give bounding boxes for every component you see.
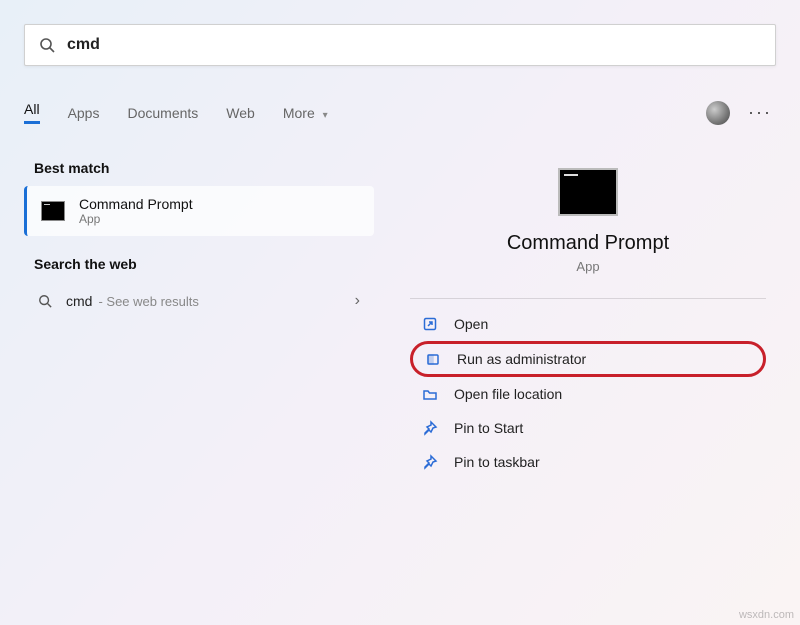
result-subtitle: App [79, 212, 193, 226]
tab-label: Documents [127, 105, 198, 121]
action-list: Open Run as administrator Open file loca… [400, 307, 776, 479]
tab-label: More [283, 105, 315, 121]
best-match-result[interactable]: Command Prompt App [24, 186, 374, 236]
search-input[interactable] [67, 36, 761, 54]
results-pane: Best match Command Prompt App Search the… [24, 150, 374, 320]
pin-icon [422, 420, 438, 436]
best-match-text: Command Prompt App [79, 196, 193, 226]
pin-icon [422, 454, 438, 470]
action-pin-to-start[interactable]: Pin to Start [410, 411, 766, 445]
user-avatar[interactable] [706, 101, 730, 125]
tab-label: All [24, 101, 40, 117]
tab-documents[interactable]: Documents [127, 99, 198, 127]
result-title: Command Prompt [79, 196, 193, 212]
filter-tabs: All Apps Documents Web More ▾ ··· [24, 95, 776, 130]
shield-icon [425, 351, 441, 367]
web-hint: - See web results [98, 294, 198, 309]
tab-more[interactable]: More ▾ [283, 99, 328, 127]
web-term: cmd [66, 293, 92, 309]
action-label: Pin to Start [454, 420, 523, 436]
best-match-heading: Best match [34, 160, 374, 176]
action-open[interactable]: Open [410, 307, 766, 341]
search-icon [38, 294, 52, 308]
action-pin-to-taskbar[interactable]: Pin to taskbar [410, 445, 766, 479]
open-icon [422, 316, 438, 332]
search-icon [39, 37, 55, 53]
tab-label: Apps [68, 105, 100, 121]
command-prompt-icon [41, 201, 65, 221]
action-label: Open [454, 316, 488, 332]
tab-web[interactable]: Web [226, 99, 255, 127]
action-run-as-administrator[interactable]: Run as administrator [410, 341, 766, 377]
tab-all[interactable]: All [24, 95, 40, 130]
web-search-result[interactable]: cmd - See web results › [24, 282, 374, 320]
preview-title: Command Prompt [400, 232, 776, 255]
action-label: Pin to taskbar [454, 454, 540, 470]
action-label: Run as administrator [457, 351, 586, 367]
chevron-right-icon: › [355, 292, 360, 310]
action-open-file-location[interactable]: Open file location [410, 377, 766, 411]
folder-icon [422, 386, 438, 402]
search-bar[interactable] [24, 24, 776, 66]
preview-pane: Command Prompt App Open Run as administr… [400, 150, 776, 479]
preview-subtitle: App [400, 259, 776, 274]
tab-label: Web [226, 105, 255, 121]
command-prompt-icon [558, 168, 618, 216]
watermark: wsxdn.com [739, 609, 794, 621]
search-web-heading: Search the web [34, 256, 374, 272]
divider [410, 298, 766, 299]
more-options-button[interactable]: ··· [744, 102, 776, 123]
action-label: Open file location [454, 386, 562, 402]
chevron-down-icon: ▾ [323, 110, 328, 121]
tab-apps[interactable]: Apps [68, 99, 100, 127]
